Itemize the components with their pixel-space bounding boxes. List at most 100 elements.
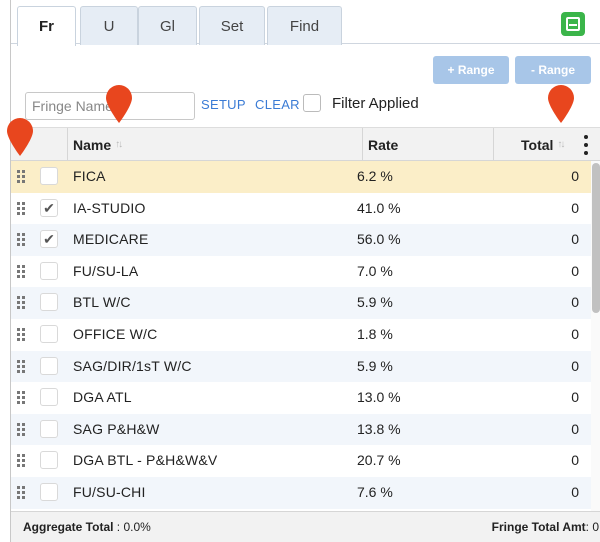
drag-handle-icon[interactable] bbox=[17, 327, 27, 342]
cell-total: 0 bbox=[571, 483, 579, 500]
annotation-pin-icon bbox=[106, 85, 132, 123]
cell-rate: 5.9 % bbox=[357, 294, 393, 311]
drag-handle-icon[interactable] bbox=[17, 201, 27, 216]
table-row[interactable]: BTL W/C 5.9 % 0 bbox=[11, 287, 591, 319]
cell-rate: 13.0 % bbox=[357, 389, 401, 406]
cell-rate: 13.8 % bbox=[357, 420, 401, 437]
row-checkbox[interactable]: ✔ bbox=[40, 230, 58, 249]
cell-name: DGA BTL - P&H&W&V bbox=[73, 452, 218, 469]
cell-rate: 7.6 % bbox=[357, 483, 393, 500]
row-checkbox[interactable] bbox=[40, 324, 58, 343]
tab-find[interactable]: Find bbox=[267, 6, 342, 45]
row-checkbox[interactable] bbox=[40, 451, 58, 470]
table-row[interactable]: OFFICE W/C 1.8 % 0 bbox=[11, 319, 591, 351]
column-divider bbox=[67, 128, 68, 161]
cell-rate: 5.9 % bbox=[357, 357, 393, 374]
cell-name: FICA bbox=[73, 168, 106, 184]
table-header: Name ↑↓ Rate Total ↑↓ bbox=[11, 127, 600, 161]
drag-handle-icon[interactable] bbox=[17, 296, 27, 310]
row-checkbox[interactable] bbox=[40, 388, 58, 407]
fringe-total-amount: Fringe Total Amt: 0 bbox=[492, 520, 599, 534]
fringes-panel: Fr U Gl Set Find + Range - Range SETUP C… bbox=[10, 0, 600, 542]
cell-total: 0 bbox=[571, 325, 579, 342]
table-row[interactable]: DGA BTL - P&H&W&V 20.7 % 0 bbox=[11, 445, 591, 477]
drag-handle-icon[interactable] bbox=[17, 422, 27, 437]
cell-name: OFFICE W/C bbox=[73, 325, 158, 342]
remove-range-button[interactable]: - Range bbox=[515, 56, 591, 84]
cell-total: 0 bbox=[571, 389, 579, 406]
table-row[interactable]: FICA 6.2 % 0 bbox=[11, 161, 591, 193]
table-scrollbar[interactable] bbox=[591, 161, 600, 511]
drag-handle-icon[interactable] bbox=[17, 485, 27, 500]
collapse-panel-button[interactable] bbox=[561, 12, 585, 36]
table-row[interactable]: FU/SU-LA 7.0 % 0 bbox=[11, 256, 591, 288]
table-footer: Aggregate Total : 0.0% Fringe Total Amt:… bbox=[11, 511, 600, 542]
tab-globals[interactable]: Gl bbox=[138, 6, 197, 45]
table-row[interactable]: SAG P&H&W 13.8 % 0 bbox=[11, 413, 591, 446]
table-row[interactable]: ✔ IA-STUDIO 41.0 % 0 bbox=[11, 193, 591, 225]
column-divider bbox=[493, 128, 494, 161]
annotation-pin-icon bbox=[7, 118, 33, 156]
cell-total: 0 bbox=[571, 357, 579, 374]
sort-icon: ↑↓ bbox=[557, 139, 565, 150]
table-row[interactable]: DGA ATL 13.0 % 0 bbox=[11, 382, 591, 414]
cell-rate: 56.0 % bbox=[357, 231, 401, 248]
scrollbar-thumb[interactable] bbox=[592, 163, 600, 313]
row-checkbox[interactable] bbox=[40, 356, 58, 375]
cell-name: DGA ATL bbox=[73, 389, 132, 406]
tab-fringes[interactable]: Fr bbox=[17, 6, 76, 46]
drag-handle-icon[interactable] bbox=[17, 170, 27, 184]
column-menu-icon[interactable] bbox=[583, 135, 589, 155]
cell-rate: 6.2 % bbox=[357, 168, 393, 184]
sort-icon: ↑↓ bbox=[115, 139, 123, 150]
cell-name: FU/SU-CHI bbox=[73, 483, 146, 500]
drag-handle-icon[interactable] bbox=[17, 233, 27, 247]
cell-total: 0 bbox=[571, 294, 579, 311]
cell-rate: 1.8 % bbox=[357, 325, 393, 342]
cell-total: 0 bbox=[571, 452, 579, 469]
drag-handle-icon[interactable] bbox=[17, 454, 27, 468]
row-checkbox[interactable] bbox=[40, 167, 58, 185]
cell-name: IA-STUDIO bbox=[73, 199, 146, 216]
cell-rate: 7.0 % bbox=[357, 262, 393, 279]
row-checkbox[interactable] bbox=[40, 293, 58, 312]
drag-handle-icon[interactable] bbox=[17, 391, 27, 405]
table-row[interactable]: ✔ MEDICARE 56.0 % 0 bbox=[11, 224, 591, 256]
row-checkbox[interactable] bbox=[40, 482, 58, 501]
drag-handle-icon[interactable] bbox=[17, 264, 27, 279]
column-header-total[interactable]: Total ↑↓ bbox=[521, 128, 565, 161]
table-row[interactable]: FU/SU-CHI 7.6 % 0 bbox=[11, 476, 591, 509]
tab-units[interactable]: U bbox=[80, 6, 138, 45]
aggregate-total-label: Aggregate Total bbox=[23, 520, 114, 534]
fringe-total-value: : 0 bbox=[585, 520, 599, 534]
cell-total: 0 bbox=[571, 168, 579, 184]
cell-total: 0 bbox=[571, 231, 579, 248]
aggregate-total-value: : 0.0% bbox=[113, 520, 151, 534]
column-header-name-label: Name bbox=[73, 136, 112, 153]
filter-applied-checkbox[interactable] bbox=[303, 94, 321, 112]
tab-setup[interactable]: Set bbox=[199, 6, 265, 45]
cell-name: FU/SU-LA bbox=[73, 262, 139, 279]
filter-applied-label: Filter Applied bbox=[332, 95, 419, 112]
aggregate-total: Aggregate Total : 0.0% bbox=[23, 520, 151, 534]
cell-name: MEDICARE bbox=[73, 231, 149, 248]
column-header-rate[interactable]: Rate bbox=[368, 128, 398, 161]
column-header-name[interactable]: Name ↑↓ bbox=[73, 128, 123, 161]
fringe-total-label: Fringe Total Amt bbox=[491, 520, 586, 534]
cell-name: SAG/DIR/1sT W/C bbox=[73, 357, 192, 374]
cell-name: SAG P&H&W bbox=[73, 420, 160, 437]
row-checkbox[interactable]: ✔ bbox=[40, 198, 58, 217]
cell-total: 0 bbox=[571, 420, 579, 437]
row-checkbox[interactable] bbox=[40, 419, 58, 438]
tab-bar: Fr U Gl Set Find bbox=[11, 0, 600, 46]
clear-link[interactable]: CLEAR bbox=[255, 97, 300, 112]
drag-handle-icon[interactable] bbox=[17, 359, 27, 374]
add-range-button[interactable]: + Range bbox=[433, 56, 509, 84]
row-checkbox[interactable] bbox=[40, 261, 58, 280]
column-header-rate-label: Rate bbox=[368, 136, 399, 153]
setup-link[interactable]: SETUP bbox=[201, 97, 246, 112]
collapse-icon bbox=[566, 17, 580, 31]
table-row[interactable]: SAG/DIR/1sT W/C 5.9 % 0 bbox=[11, 350, 591, 383]
cell-total: 0 bbox=[571, 262, 579, 279]
cell-rate: 41.0 % bbox=[357, 199, 401, 216]
